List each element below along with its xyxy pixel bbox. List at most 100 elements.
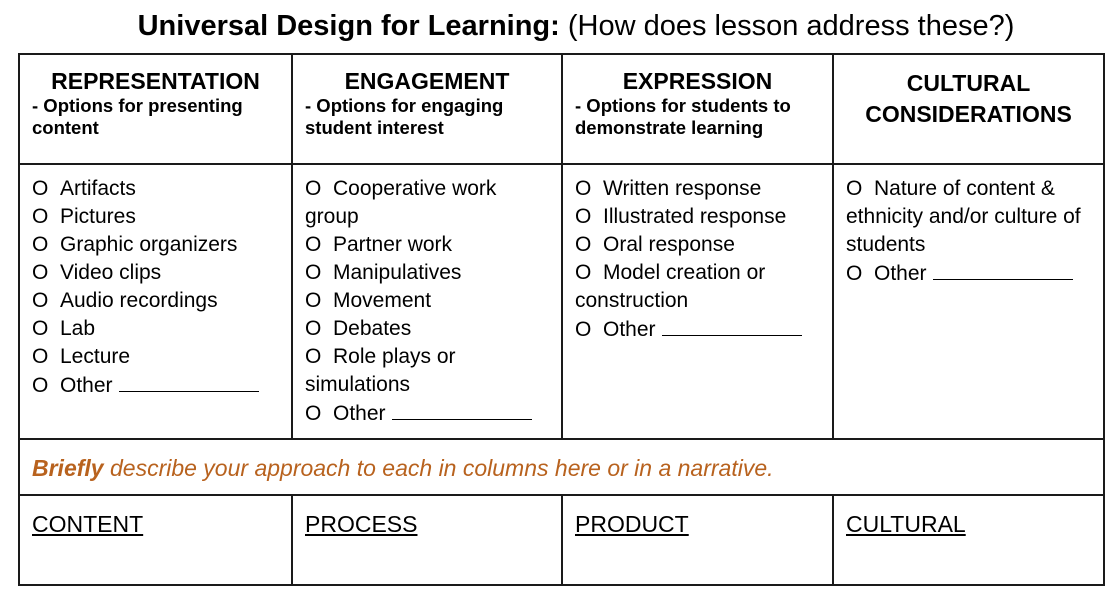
option-item[interactable]: O Artifacts <box>32 175 285 203</box>
option-item[interactable]: O Lab <box>32 315 285 343</box>
option-item[interactable]: O Illustrated response <box>575 203 826 231</box>
other-blank-line[interactable] <box>118 371 259 392</box>
checkbox-circle-icon[interactable]: O <box>32 372 60 400</box>
checkbox-circle-icon[interactable]: O <box>32 315 60 343</box>
options-cell-expression: O Written response O Illustrated response O O… <box>561 163 834 440</box>
column-heading: CULTURAL CONSIDERATIONS <box>865 70 1072 127</box>
option-label: Graphic organizers <box>60 233 238 256</box>
checkbox-circle-icon[interactable]: O <box>575 175 603 203</box>
option-item[interactable]: O Other <box>846 259 1097 288</box>
other-blank-line[interactable] <box>661 315 802 336</box>
option-item[interactable]: O Model creation or construction <box>575 259 826 315</box>
option-label: Lab <box>60 317 96 340</box>
checkbox-circle-icon[interactable]: O <box>575 316 603 344</box>
option-label: Other <box>333 402 386 425</box>
other-blank-line[interactable] <box>932 259 1073 280</box>
response-label: PROCESS <box>305 511 418 537</box>
checkbox-circle-icon[interactable]: O <box>32 203 60 231</box>
header-expression: EXPRESSION - Options for students to dem… <box>561 53 834 165</box>
option-item[interactable]: O Cooperative work group <box>305 175 555 231</box>
narrative-rest: describe your approach to each in column… <box>103 455 774 481</box>
column-subtitle: - Options for engaging student interest <box>305 95 504 138</box>
options-cell-representation: O Artifacts O Pictures O Graphic organizers O V… <box>18 163 293 440</box>
option-item[interactable]: O Manipulatives <box>305 259 555 287</box>
checkbox-circle-icon[interactable]: O <box>575 231 603 259</box>
option-item[interactable]: O Graphic organizers <box>32 231 285 259</box>
checkbox-circle-icon[interactable]: O <box>305 259 333 287</box>
option-item[interactable]: O Audio recordings <box>32 287 285 315</box>
option-label: Artifacts <box>60 177 136 200</box>
response-label: PRODUCT <box>575 511 689 537</box>
option-label: Model creation or construction <box>575 261 766 312</box>
column-subtitle: - Options for presenting content <box>32 95 243 138</box>
response-label: CONTENT <box>32 511 144 537</box>
option-label: Other <box>603 318 656 341</box>
page-title: Universal Design for Learning: (How does… <box>0 8 1120 44</box>
checkbox-circle-icon[interactable]: O <box>305 287 333 315</box>
udl-table: REPRESENTATION - Options for presenting … <box>18 53 1105 586</box>
options-list: O Cooperative work group O Partner work O Man… <box>293 165 561 428</box>
options-cell-engagement: O Cooperative work group O Partner work O Man… <box>291 163 563 440</box>
checkbox-circle-icon[interactable]: O <box>846 260 874 288</box>
options-list: O Written response O Illustrated response O O… <box>563 165 832 344</box>
option-label: Audio recordings <box>60 289 218 312</box>
checkbox-circle-icon[interactable]: O <box>32 343 60 371</box>
option-item[interactable]: O Other <box>32 371 285 400</box>
option-item[interactable]: O Oral response <box>575 231 826 259</box>
checkbox-circle-icon[interactable]: O <box>305 231 333 259</box>
option-item[interactable]: O Lecture <box>32 343 285 371</box>
option-label: Illustrated response <box>603 205 787 228</box>
option-label: Lecture <box>60 345 131 368</box>
response-cell-cultural[interactable]: CULTURAL <box>832 494 1105 586</box>
option-item[interactable]: O Nature of content & ethnicity and/or cu… <box>846 175 1097 259</box>
checkbox-circle-icon[interactable]: O <box>305 343 333 371</box>
response-cell-content[interactable]: CONTENT <box>18 494 293 586</box>
option-item[interactable]: O Other <box>575 315 826 344</box>
response-label: CULTURAL <box>846 511 966 537</box>
checkbox-circle-icon[interactable]: O <box>32 287 60 315</box>
checkbox-circle-icon[interactable]: O <box>32 259 60 287</box>
narrative-cell: Briefly describe your approach to each i… <box>18 438 1105 496</box>
option-item[interactable]: O Other <box>305 399 555 428</box>
column-heading: ENGAGEMENT <box>344 68 510 94</box>
other-blank-line[interactable] <box>391 399 532 420</box>
header-cultural: CULTURAL CONSIDERATIONS <box>832 53 1105 165</box>
option-label: Manipulatives <box>333 261 462 284</box>
option-label: Debates <box>333 317 412 340</box>
option-label: Other <box>60 374 113 397</box>
response-cell-process[interactable]: PROCESS <box>291 494 563 586</box>
column-heading: EXPRESSION <box>622 68 773 94</box>
title-main: Universal Design for Learning: <box>137 10 560 42</box>
option-item[interactable]: O Video clips <box>32 259 285 287</box>
option-item[interactable]: O Written response <box>575 175 826 203</box>
option-label: Oral response <box>603 233 735 256</box>
options-list: O Nature of content & ethnicity and/or cu… <box>834 165 1103 288</box>
checkbox-circle-icon[interactable]: O <box>305 175 333 203</box>
option-label: Movement <box>333 289 432 312</box>
checkbox-circle-icon[interactable]: O <box>32 175 60 203</box>
option-item[interactable]: O Debates <box>305 315 555 343</box>
checkbox-circle-icon[interactable]: O <box>32 231 60 259</box>
title-question: (How does lesson address these?) <box>559 10 1015 42</box>
option-label: Other <box>874 262 927 285</box>
narrative-instruction: Briefly describe your approach to each i… <box>20 440 1103 482</box>
response-row: CONTENT PROCESS PRODUCT CULTURAL <box>18 494 1105 586</box>
checkbox-circle-icon[interactable]: O <box>846 175 874 203</box>
checkbox-circle-icon[interactable]: O <box>575 203 603 231</box>
narrative-row: Briefly describe your approach to each i… <box>18 438 1105 496</box>
header-representation: REPRESENTATION - Options for presenting … <box>18 53 293 165</box>
option-item[interactable]: O Movement <box>305 287 555 315</box>
option-label: Partner work <box>333 233 453 256</box>
option-item[interactable]: O Pictures <box>32 203 285 231</box>
checkbox-circle-icon[interactable]: O <box>305 400 333 428</box>
option-item[interactable]: O Partner work <box>305 231 555 259</box>
option-item[interactable]: O Role plays or simulations <box>305 343 555 399</box>
narrative-bold: Briefly <box>32 455 104 481</box>
options-row: O Artifacts O Pictures O Graphic organizers O V… <box>18 163 1105 440</box>
checkbox-circle-icon[interactable]: O <box>575 259 603 287</box>
option-label: Nature of content & ethnicity and/or cul… <box>846 177 1081 256</box>
response-cell-product[interactable]: PRODUCT <box>561 494 834 586</box>
option-label: Video clips <box>60 261 162 284</box>
checkbox-circle-icon[interactable]: O <box>305 315 333 343</box>
option-label: Pictures <box>60 205 136 228</box>
